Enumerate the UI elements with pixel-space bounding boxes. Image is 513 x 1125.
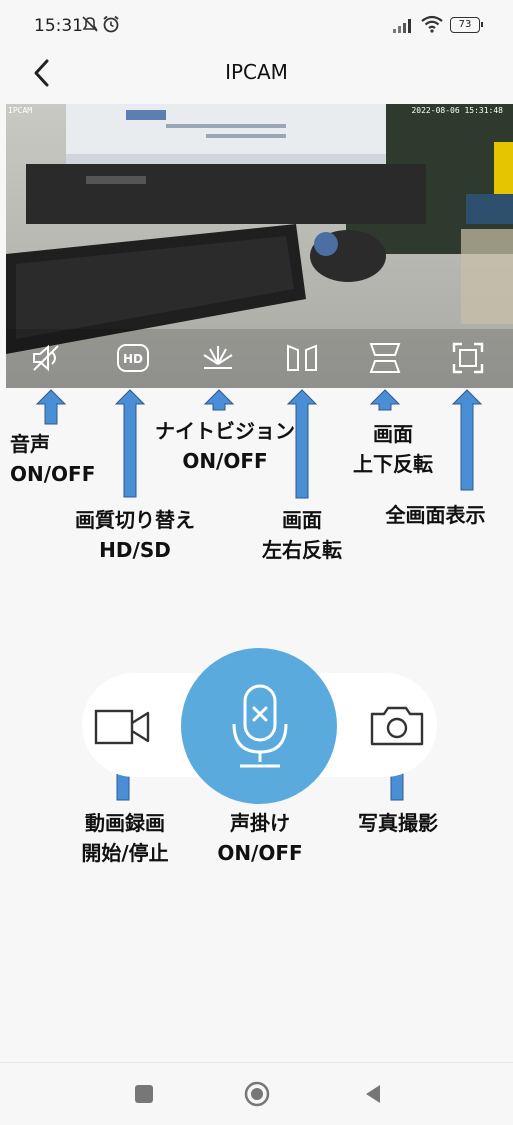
arrow-fullscreen [451,389,483,491]
night-vision-icon[interactable] [198,338,238,378]
mute-notification-icon [82,16,98,32]
flip-horizontal-icon[interactable] [282,338,322,378]
svg-text:HD: HD [123,352,143,366]
battery-icon: 73 [450,17,480,33]
video-camera-label: IPCAM [8,106,33,115]
page-title: IPCAM [225,60,288,84]
arrow-sound [35,389,67,425]
annotation-fullscreen: 全画面表示 [368,500,503,530]
status-time: 15:31 [34,16,83,36]
hd-icon[interactable]: HD [113,338,153,378]
annotation-photo-line1: 写真撮影 [358,811,438,835]
annotation-record-line1: 動画録画 [85,811,165,835]
nav-divider [0,1062,513,1063]
battery-tip [481,22,483,27]
fullscreen-icon[interactable] [448,338,488,378]
triangle-back-icon[interactable] [362,1083,384,1105]
annotation-night-line1: ナイトビジョン [155,419,295,443]
annotation-talk: 声掛け ON/OFF [205,808,315,868]
annotation-talk-line2: ON/OFF [217,841,303,865]
square-icon[interactable] [135,1085,153,1103]
camera-icon[interactable] [366,700,428,750]
annotation-sound-line1: 音声 [10,432,50,456]
microphone-icon [232,684,288,768]
annotation-flip-h-line2: 左右反転 [262,538,342,562]
annotation-fullscreen-line1: 全画面表示 [385,503,486,527]
annotation-photo: 写真撮影 [338,808,458,838]
wifi-icon [421,15,443,33]
arrow-flip-v [369,389,401,411]
annotation-flip-h: 画面 左右反転 [252,505,352,565]
annotation-quality-line1: 画質切り替え [75,508,195,532]
video-timestamp: 2022-08-06 15:31:48 [411,106,503,115]
annotation-talk-line1: 声掛け [230,811,290,835]
annotation-flip-h-line1: 画面 [282,508,322,532]
annotation-sound-line2: ON/OFF [10,462,96,486]
annotation-night-line2: ON/OFF [182,449,268,473]
arrow-quality [114,389,146,498]
sound-off-icon[interactable] [26,338,66,378]
annotation-quality-line2: HD/SD [99,538,171,562]
annotation-record-line2: 開始/停止 [81,841,169,865]
camera-video-feed[interactable] [6,104,513,388]
signal-icon [393,19,411,33]
annotation-night: ナイトビジョン ON/OFF [152,416,298,476]
video-camera-icon[interactable] [92,703,152,749]
annotation-sound: 音声 ON/OFF [10,429,96,489]
arrow-night [203,389,235,411]
annotation-flip-v-line1: 画面 [373,422,413,446]
flip-vertical-icon[interactable] [365,338,405,378]
battery-level: 73 [458,19,472,30]
annotation-flip-v-line2: 上下反転 [353,452,433,476]
video-scene [6,104,513,388]
annotation-record: 動画録画 開始/停止 [60,808,190,868]
annotation-flip-v: 画面 上下反転 [348,419,438,479]
annotation-quality: 画質切り替え HD/SD [60,505,210,565]
alarm-icon [103,15,119,33]
circle-home-icon[interactable] [244,1081,270,1107]
